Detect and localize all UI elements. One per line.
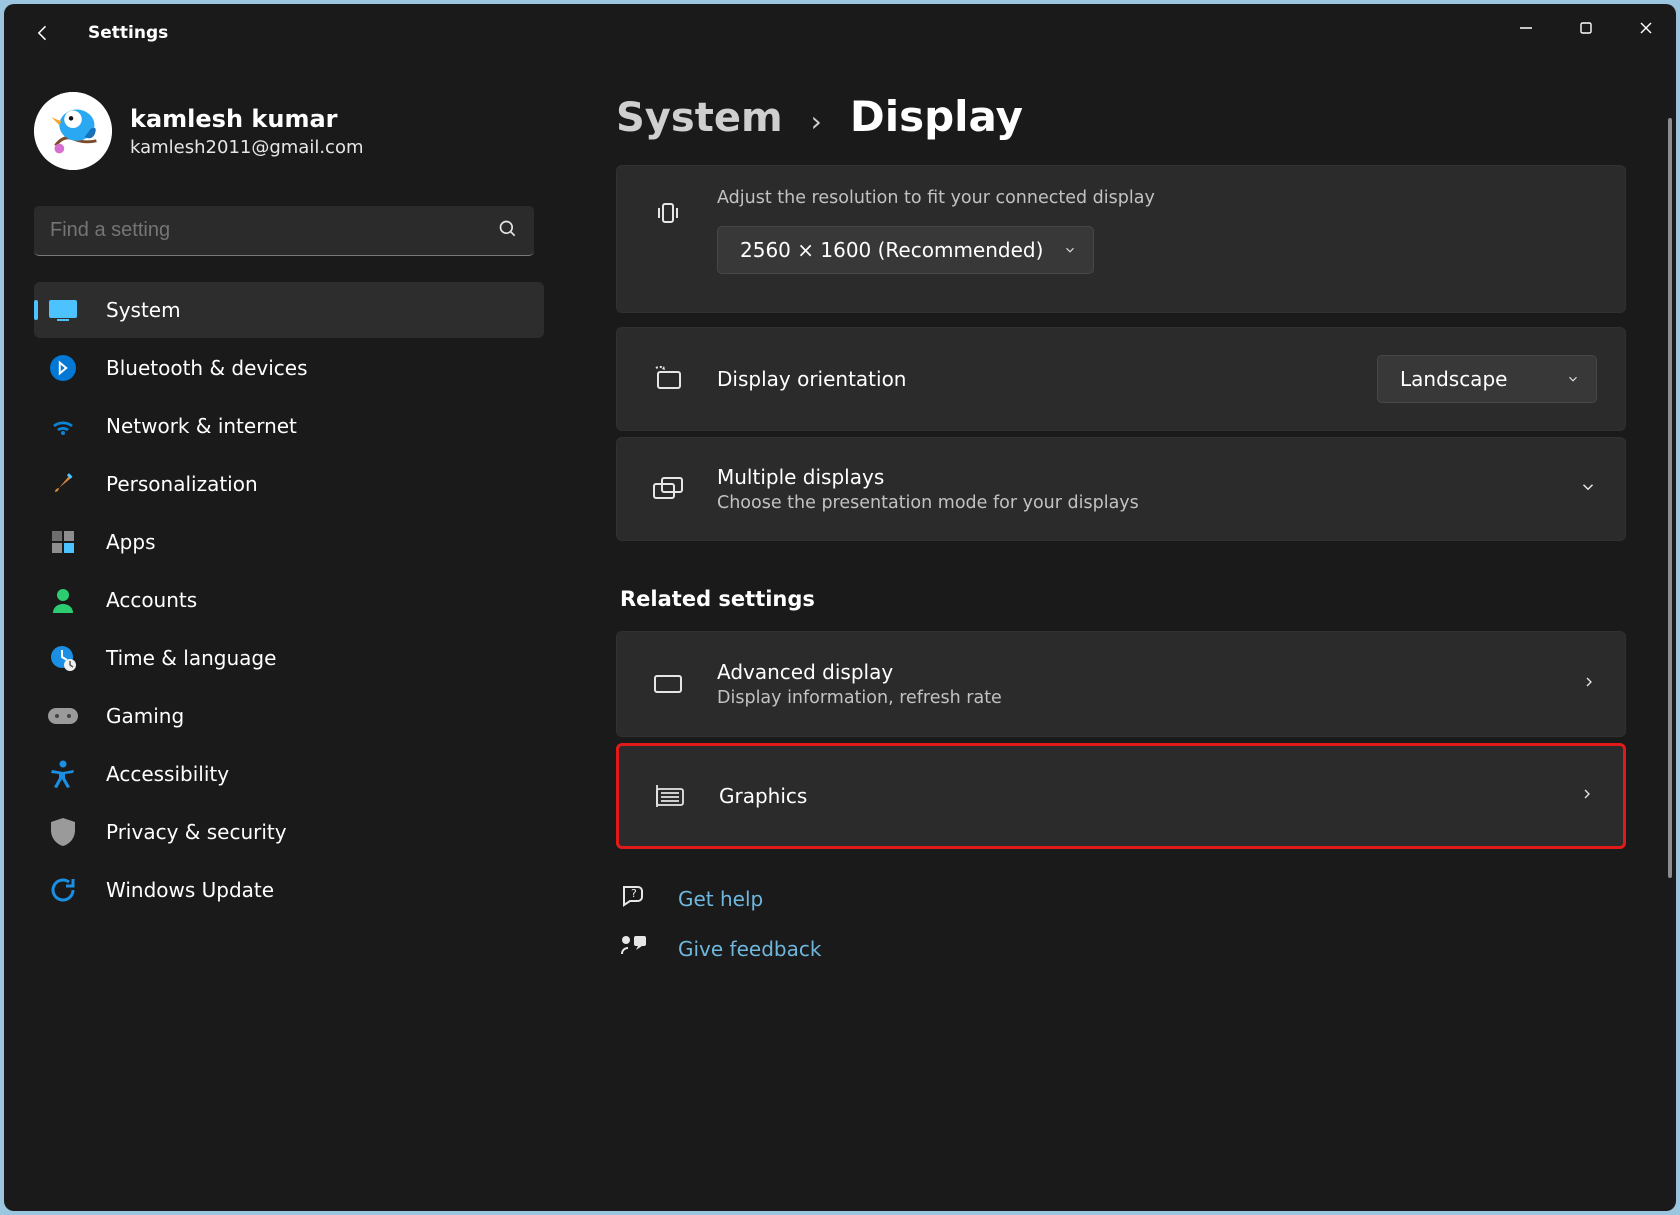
display-icon [48,295,78,325]
graphics-title: Graphics [719,784,1579,808]
get-help-label: Get help [678,887,763,911]
breadcrumb-parent[interactable]: System [616,95,783,141]
resolution-select[interactable]: 2560 × 1600 (Recommended) [717,226,1094,274]
clock-globe-icon [48,643,78,673]
orientation-value: Landscape [1400,367,1507,391]
nav: System Bluetooth & devices Network & int… [34,282,544,918]
graphics-card[interactable]: Graphics [616,743,1626,849]
breadcrumb-current: Display [850,92,1023,141]
display-orientation-card[interactable]: Display orientation Landscape [616,327,1626,431]
display-resolution-card[interactable]: Adjust the resolution to fit your connec… [616,165,1626,313]
sidebar-item-accounts[interactable]: Accounts [34,572,544,628]
sidebar-item-label: Accessibility [106,762,229,786]
search-icon [498,219,518,243]
resolution-icon [645,198,691,228]
minimize-button[interactable] [1496,4,1556,52]
multiple-displays-icon [645,476,691,502]
multiple-displays-card[interactable]: Multiple displays Choose the presentatio… [616,437,1626,541]
advanced-display-card[interactable]: Advanced display Display information, re… [616,631,1626,737]
multiple-title: Multiple displays [717,465,1579,489]
svg-text:?: ? [631,887,637,900]
update-icon [48,875,78,905]
accessibility-icon [48,759,78,789]
sidebar-item-windows-update[interactable]: Windows Update [34,862,544,918]
window-controls [1496,4,1676,52]
sidebar-item-personalization[interactable]: Personalization [34,456,544,512]
user-account-row[interactable]: kamlesh kumar kamlesh2011@gmail.com [34,92,544,170]
sidebar-item-label: Time & language [106,646,276,670]
advanced-desc: Display information, refresh rate [717,688,1581,708]
chevron-down-icon [1579,478,1597,500]
wifi-icon [48,411,78,441]
scrollbar[interactable] [1668,118,1672,878]
sidebar-item-label: Accounts [106,588,197,612]
orientation-icon [645,366,691,392]
search-wrap [34,206,534,256]
multiple-desc: Choose the presentation mode for your di… [717,493,1579,513]
chevron-right-icon [1579,786,1595,806]
maximize-button[interactable] [1556,4,1616,52]
sidebar-item-label: Personalization [106,472,258,496]
sidebar-item-bluetooth[interactable]: Bluetooth & devices [34,340,544,396]
back-button[interactable] [32,22,54,44]
related-settings-title: Related settings [620,587,1662,611]
sidebar-item-apps[interactable]: Apps [34,514,544,570]
sidebar-item-gaming[interactable]: Gaming [34,688,544,744]
sidebar-item-label: Privacy & security [106,820,287,844]
help-icon: ? [620,883,646,914]
settings-window: Settings [4,4,1676,1211]
shield-icon [48,817,78,847]
get-help-link[interactable]: ? Get help [620,883,1662,914]
chevron-right-icon [1581,674,1597,694]
help-links: ? Get help Give feedback [616,883,1662,963]
sidebar-item-privacy[interactable]: Privacy & security [34,804,544,860]
orientation-select[interactable]: Landscape [1377,355,1597,403]
paintbrush-icon [48,469,78,499]
sidebar-item-label: Network & internet [106,414,297,438]
graphics-icon [647,783,693,809]
sidebar: kamlesh kumar kamlesh2011@gmail.com Syst… [4,62,544,1211]
avatar [34,92,112,170]
give-feedback-label: Give feedback [678,937,821,961]
app-title: Settings [88,23,168,43]
feedback-icon [620,934,646,963]
monitor-icon [645,672,691,696]
gamepad-icon [48,701,78,731]
titlebar: Settings [4,4,1676,62]
sidebar-item-accessibility[interactable]: Accessibility [34,746,544,802]
user-name: kamlesh kumar [130,105,364,133]
sidebar-item-label: Apps [106,530,156,554]
close-button[interactable] [1616,4,1676,52]
person-icon [48,585,78,615]
bluetooth-icon [48,353,78,383]
sidebar-item-system[interactable]: System [34,282,544,338]
main-panel: System › Display Adjust the resolution t… [544,62,1676,1211]
resolution-value: 2560 × 1600 (Recommended) [740,238,1043,262]
breadcrumb: System › Display [616,92,1662,141]
sidebar-item-label: Gaming [106,704,184,728]
chevron-right-icon: › [811,105,822,138]
user-email: kamlesh2011@gmail.com [130,137,364,158]
chevron-down-icon [1063,238,1077,262]
give-feedback-link[interactable]: Give feedback [620,934,1662,963]
sidebar-item-network[interactable]: Network & internet [34,398,544,454]
chevron-down-icon [1566,367,1580,391]
search-input[interactable] [34,206,534,256]
sidebar-item-label: System [106,298,181,322]
resolution-desc: Adjust the resolution to fit your connec… [717,188,1597,208]
orientation-label: Display orientation [691,367,906,391]
sidebar-item-time-language[interactable]: Time & language [34,630,544,686]
advanced-title: Advanced display [717,660,1581,684]
sidebar-item-label: Windows Update [106,878,274,902]
apps-icon [48,527,78,557]
sidebar-item-label: Bluetooth & devices [106,356,308,380]
